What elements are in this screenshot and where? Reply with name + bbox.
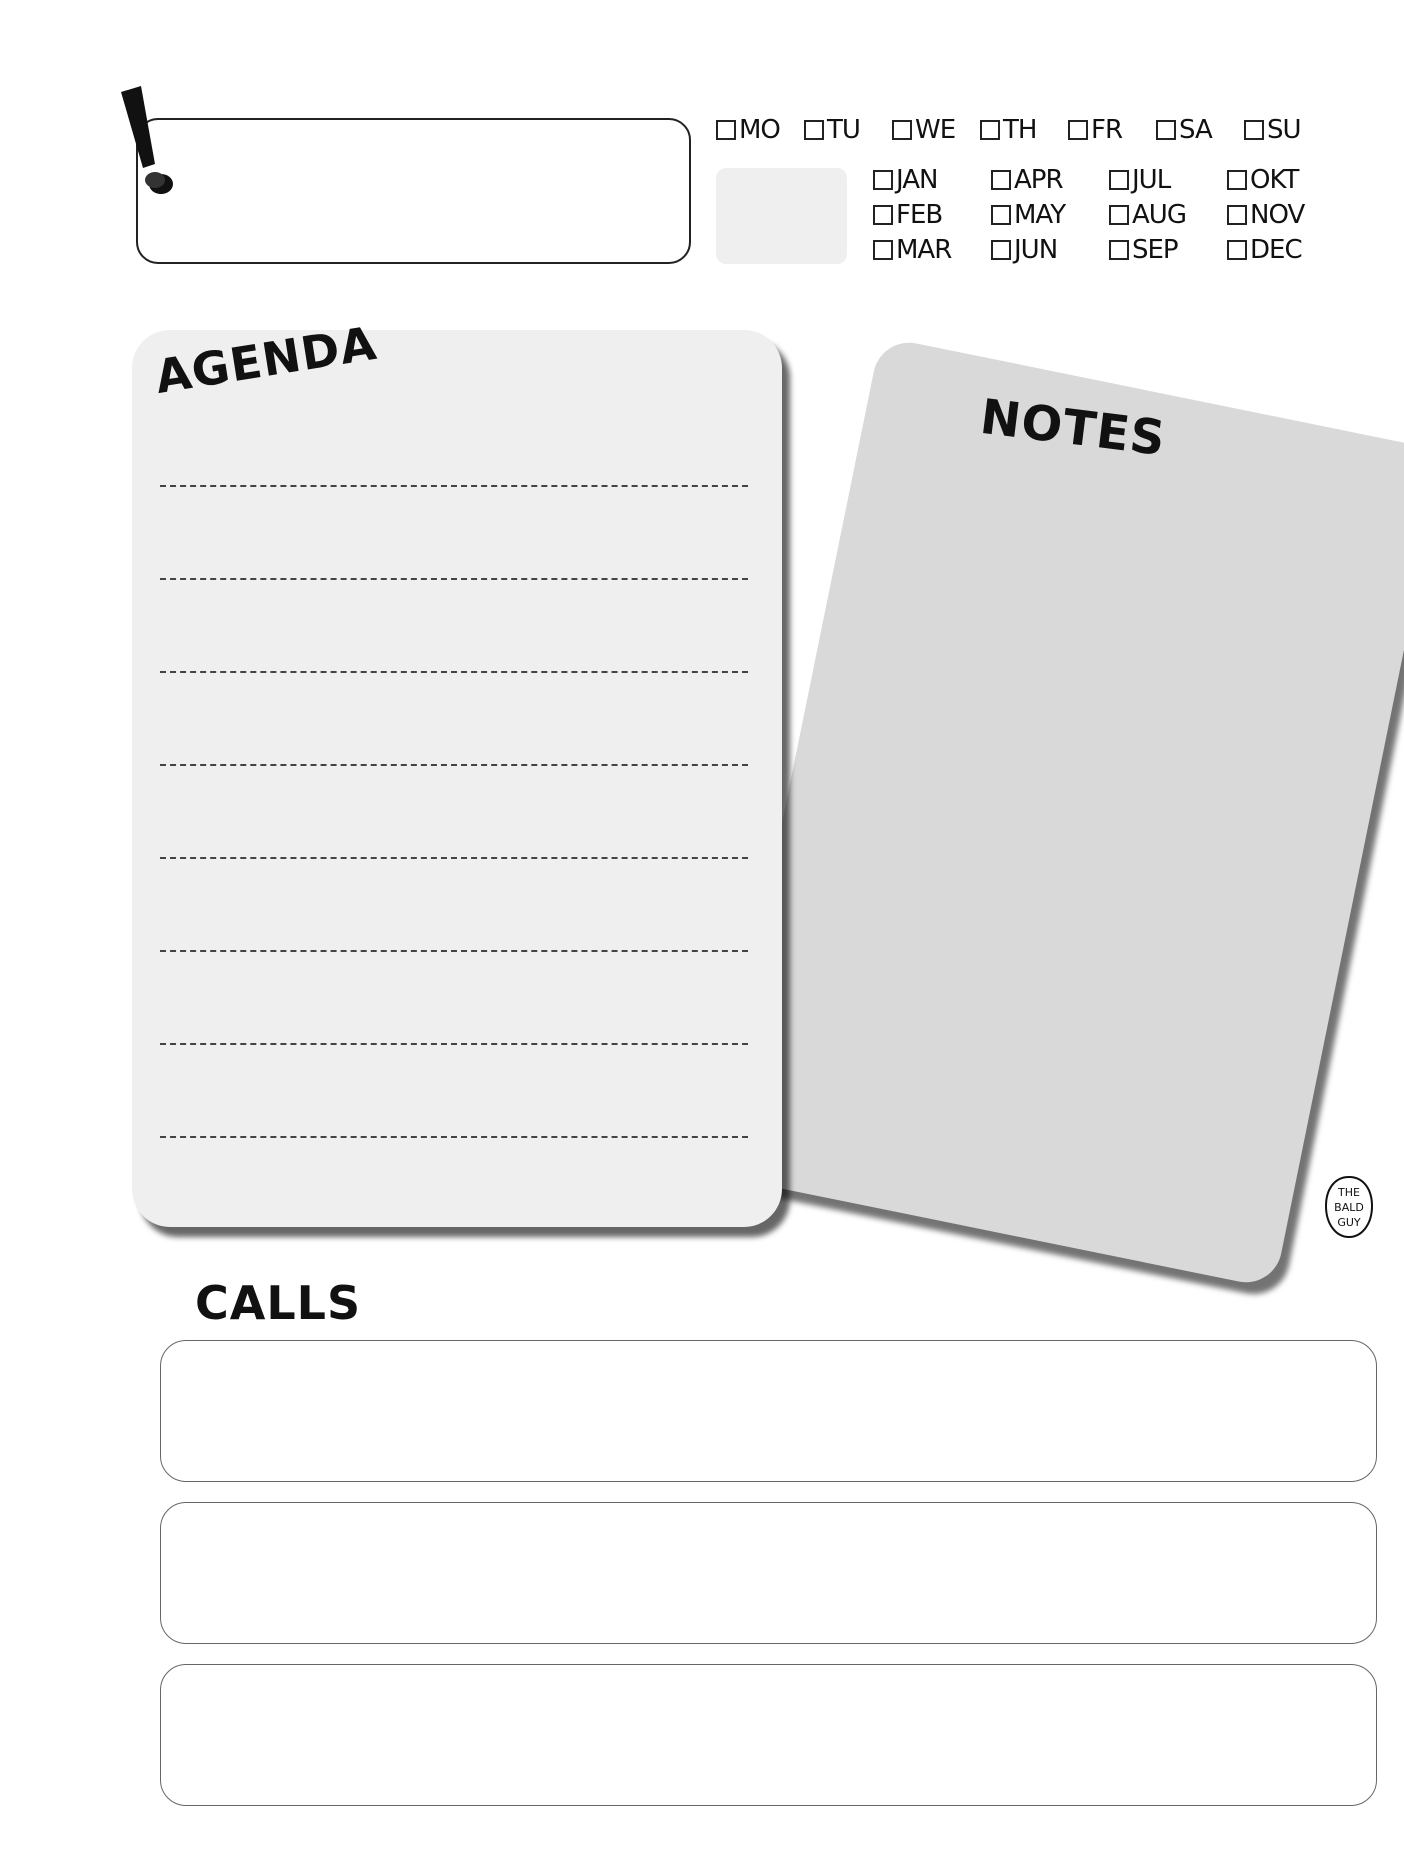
- day-label: SA: [1179, 115, 1213, 145]
- month-option-dec[interactable]: DEC: [1227, 234, 1303, 266]
- month-option-jan[interactable]: JAN: [873, 164, 938, 196]
- title-input-box[interactable]: [136, 118, 691, 264]
- checkbox[interactable]: [1068, 120, 1088, 140]
- agenda-entry-line[interactable]: [160, 1136, 748, 1138]
- checkbox[interactable]: [1156, 120, 1176, 140]
- checkbox[interactable]: [804, 120, 824, 140]
- day-label: TH: [1003, 115, 1037, 145]
- calls-title: CALLS: [195, 1276, 362, 1330]
- checkbox[interactable]: [892, 120, 912, 140]
- call-entry-box[interactable]: [160, 1502, 1377, 1644]
- day-option-tu[interactable]: TU: [804, 112, 861, 148]
- month-option-nov[interactable]: NOV: [1227, 199, 1305, 231]
- svg-text:THE: THE: [1337, 1186, 1360, 1199]
- day-option-fr[interactable]: FR: [1068, 112, 1123, 148]
- checkbox[interactable]: [1227, 170, 1247, 190]
- day-label: SU: [1267, 115, 1302, 145]
- month-label: MAR: [896, 235, 952, 265]
- month-label: FEB: [896, 200, 943, 230]
- month-label: AUG: [1132, 200, 1187, 230]
- the-bald-guy-logo: THE BALD GUY: [1324, 1175, 1374, 1239]
- svg-text:GUY: GUY: [1337, 1216, 1361, 1229]
- agenda-entry-line[interactable]: [160, 950, 748, 952]
- month-label: JUL: [1132, 165, 1171, 195]
- month-option-sep[interactable]: SEP: [1109, 234, 1179, 266]
- agenda-entry-line[interactable]: [160, 671, 748, 673]
- day-option-we[interactable]: WE: [892, 112, 956, 148]
- checkbox[interactable]: [1244, 120, 1264, 140]
- day-label: WE: [915, 115, 956, 145]
- checkbox[interactable]: [1109, 205, 1129, 225]
- month-option-mar[interactable]: MAR: [873, 234, 952, 266]
- checkbox[interactable]: [991, 240, 1011, 260]
- month-label: JAN: [896, 165, 938, 195]
- checkbox[interactable]: [1109, 240, 1129, 260]
- agenda-card[interactable]: [132, 330, 782, 1227]
- checkbox[interactable]: [1227, 205, 1247, 225]
- checkbox[interactable]: [873, 205, 893, 225]
- month-checklist: JAN FEB MAR APR MAY JUN JUL AUG SEP OKT NOV DEC: [873, 164, 1323, 274]
- svg-text:BALD: BALD: [1334, 1201, 1364, 1214]
- day-option-mo[interactable]: MO: [716, 112, 781, 148]
- checkbox[interactable]: [873, 170, 893, 190]
- day-option-su[interactable]: SU: [1244, 112, 1302, 148]
- date-box[interactable]: [716, 168, 847, 264]
- day-label: MO: [739, 115, 781, 145]
- weekday-checklist: MO TU WE TH FR SA SU: [716, 112, 1316, 148]
- month-label: MAY: [1014, 200, 1066, 230]
- month-option-aug[interactable]: AUG: [1109, 199, 1187, 231]
- agenda-entry-line[interactable]: [160, 764, 748, 766]
- month-option-okt[interactable]: OKT: [1227, 164, 1299, 196]
- checkbox[interactable]: [980, 120, 1000, 140]
- day-label: FR: [1091, 115, 1123, 145]
- checkbox[interactable]: [1109, 170, 1129, 190]
- agenda-entry-line[interactable]: [160, 857, 748, 859]
- checkbox[interactable]: [873, 240, 893, 260]
- day-option-th[interactable]: TH: [980, 112, 1037, 148]
- agenda-entry-line[interactable]: [160, 578, 748, 580]
- agenda-entry-line[interactable]: [160, 485, 748, 487]
- exclamation-icon: [121, 86, 173, 194]
- month-label: OKT: [1250, 165, 1299, 195]
- checkbox[interactable]: [1227, 240, 1247, 260]
- month-label: NOV: [1250, 200, 1305, 230]
- month-option-may[interactable]: MAY: [991, 199, 1066, 231]
- month-option-feb[interactable]: FEB: [873, 199, 943, 231]
- month-label: SEP: [1132, 235, 1179, 265]
- checkbox[interactable]: [991, 205, 1011, 225]
- checkbox[interactable]: [716, 120, 736, 140]
- agenda-entry-line[interactable]: [160, 1043, 748, 1045]
- checkbox[interactable]: [991, 170, 1011, 190]
- day-option-sa[interactable]: SA: [1156, 112, 1213, 148]
- notes-card[interactable]: [710, 336, 1404, 1289]
- month-label: DEC: [1250, 235, 1303, 265]
- month-option-jul[interactable]: JUL: [1109, 164, 1171, 196]
- day-label: TU: [827, 115, 861, 145]
- month-option-jun[interactable]: JUN: [991, 234, 1058, 266]
- call-entry-box[interactable]: [160, 1340, 1377, 1482]
- month-option-apr[interactable]: APR: [991, 164, 1064, 196]
- month-label: APR: [1014, 165, 1064, 195]
- month-label: JUN: [1014, 235, 1058, 265]
- call-entry-box[interactable]: [160, 1664, 1377, 1806]
